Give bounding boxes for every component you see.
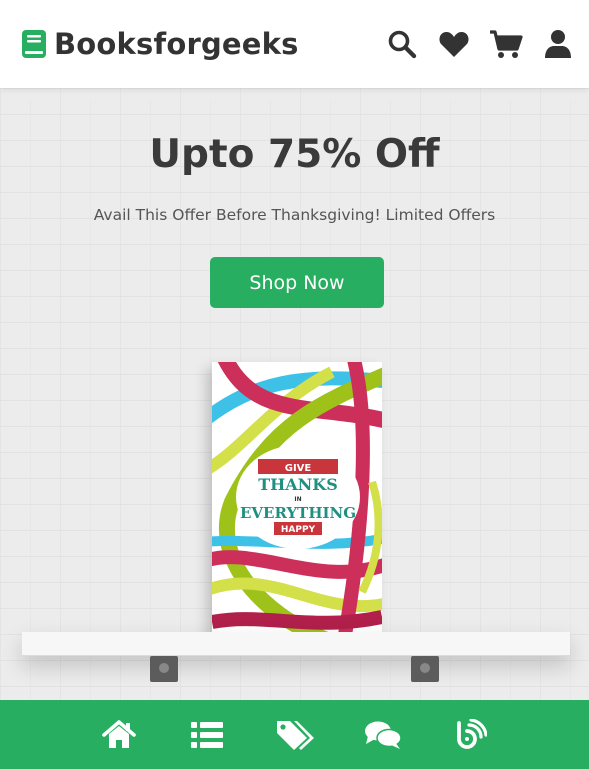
- cover-line1: GIVE: [285, 463, 312, 474]
- list-icon[interactable]: [187, 715, 227, 755]
- hero-subtitle: Avail This Offer Before Thanksgiving! Li…: [93, 206, 496, 224]
- cover-line2: THANKS: [258, 475, 338, 494]
- book-icon: [20, 29, 48, 59]
- logo[interactable]: Booksforgeeks: [20, 27, 299, 61]
- hero-title: Upto 75% Off: [149, 132, 440, 177]
- hero-banner: Upto 75% Off Avail This Offer Before Tha…: [0, 88, 589, 700]
- shelf-bracket-left: [150, 656, 178, 682]
- logo-text: Booksforgeeks: [54, 27, 299, 61]
- tags-icon[interactable]: [275, 715, 315, 755]
- user-icon[interactable]: [541, 27, 575, 61]
- shop-now-button[interactable]: Shop Now: [210, 257, 384, 308]
- cart-icon[interactable]: [489, 27, 523, 61]
- header-icons: [385, 27, 575, 61]
- cover-line3: IN: [294, 496, 301, 503]
- header: Booksforgeeks: [0, 0, 589, 88]
- blog-icon[interactable]: [451, 715, 491, 755]
- cover-line5: HAPPY: [281, 525, 316, 535]
- shelf: [22, 632, 570, 656]
- shelf-bracket-right: [411, 656, 439, 682]
- bottom-nav: [0, 700, 589, 769]
- book-cover[interactable]: GIVE THANKS IN EVERYTHING HAPPY: [212, 362, 382, 636]
- home-icon[interactable]: [99, 715, 139, 755]
- heart-icon[interactable]: [437, 27, 471, 61]
- search-icon[interactable]: [385, 27, 419, 61]
- comments-icon[interactable]: [363, 715, 403, 755]
- cover-line4: EVERYTHING: [240, 504, 356, 522]
